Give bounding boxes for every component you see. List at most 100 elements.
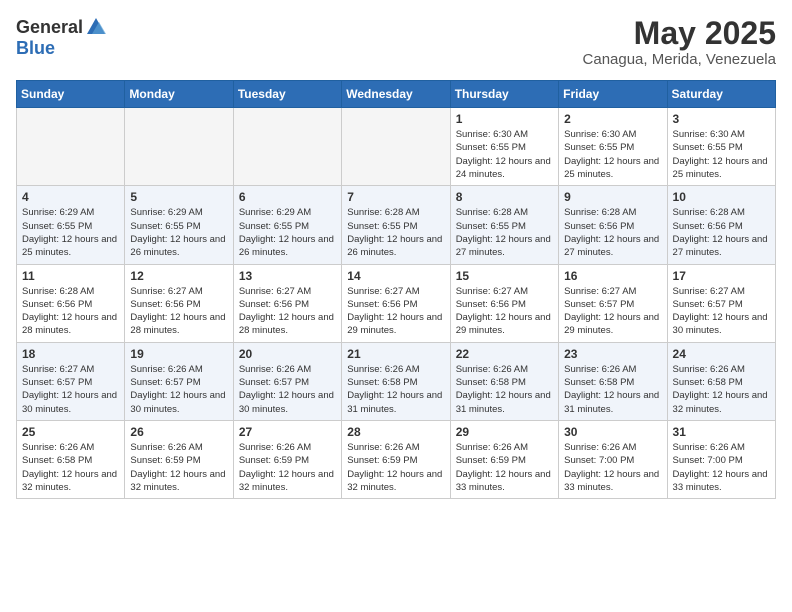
day-info: Sunrise: 6:28 AM Sunset: 6:55 PM Dayligh… (347, 206, 444, 259)
day-number: 3 (673, 112, 770, 126)
day-number: 21 (347, 347, 444, 361)
day-number: 23 (564, 347, 661, 361)
day-info: Sunrise: 6:27 AM Sunset: 6:56 PM Dayligh… (347, 285, 444, 338)
logo-icon (85, 16, 107, 38)
day-info: Sunrise: 6:26 AM Sunset: 6:59 PM Dayligh… (347, 441, 444, 494)
table-row: 24Sunrise: 6:26 AM Sunset: 6:58 PM Dayli… (667, 342, 775, 420)
day-info: Sunrise: 6:27 AM Sunset: 6:57 PM Dayligh… (673, 285, 770, 338)
table-row: 26 Sunrise: 6:26 AM Sunset: 6:59 PM Dayli… (125, 420, 233, 498)
logo: General Blue (16, 16, 107, 59)
table-row: 28 Sunrise: 6:26 AM Sunset: 6:59 PM Dayli… (342, 420, 450, 498)
table-row: 5 Sunrise: 6:29 AM Sunset: 6:55 PM Daylig… (125, 186, 233, 264)
day-info: Sunrise: 6:28 AM Sunset: 6:56 PM Dayligh… (564, 206, 661, 259)
day-info: Sunrise: 6:27 AM Sunset: 6:56 PM Dayligh… (130, 285, 227, 338)
table-row: 4 Sunrise: 6:29 AM Sunset: 6:55 PM Daylig… (17, 186, 125, 264)
day-info: Sunrise: 6:26 AM Sunset: 6:58 PM Dayligh… (673, 363, 770, 416)
table-row: 12 Sunrise: 6:27 AM Sunset: 6:56 PM Dayli… (125, 264, 233, 342)
day-info: Sunrise: 6:28 AM Sunset: 6:56 PM Dayligh… (673, 206, 770, 259)
header-thursday: Thursday (450, 81, 558, 108)
day-number: 7 (347, 190, 444, 204)
location: Canagua, Merida, Venezuela (583, 51, 776, 68)
day-info: Sunrise: 6:27 AM Sunset: 6:56 PM Dayligh… (456, 285, 553, 338)
table-row: 9 Sunrise: 6:28 AM Sunset: 6:56 PM Daylig… (559, 186, 667, 264)
day-number: 30 (564, 425, 661, 439)
table-row: 16 Sunrise: 6:27 AM Sunset: 6:57 PM Dayli… (559, 264, 667, 342)
day-info: Sunrise: 6:26 AM Sunset: 6:58 PM Dayligh… (22, 441, 119, 494)
day-info: Sunrise: 6:26 AM Sunset: 6:59 PM Dayligh… (239, 441, 336, 494)
day-info: Sunrise: 6:27 AM Sunset: 6:57 PM Dayligh… (564, 285, 661, 338)
table-row: 1 Sunrise: 6:30 AM Sunset: 6:55 PM Daylig… (450, 108, 558, 186)
day-number: 20 (239, 347, 336, 361)
table-row (17, 108, 125, 186)
day-number: 22 (456, 347, 553, 361)
day-number: 14 (347, 269, 444, 283)
day-info: Sunrise: 6:27 AM Sunset: 6:56 PM Dayligh… (239, 285, 336, 338)
day-number: 25 (22, 425, 119, 439)
day-info: Sunrise: 6:29 AM Sunset: 6:55 PM Dayligh… (22, 206, 119, 259)
table-row: 11Sunrise: 6:28 AM Sunset: 6:56 PM Dayli… (17, 264, 125, 342)
table-row (342, 108, 450, 186)
table-row: 25 Sunrise: 6:26 AM Sunset: 6:58 PM Dayli… (17, 420, 125, 498)
day-info: Sunrise: 6:26 AM Sunset: 6:57 PM Dayligh… (130, 363, 227, 416)
day-number: 26 (130, 425, 227, 439)
day-info: Sunrise: 6:26 AM Sunset: 7:00 PM Dayligh… (564, 441, 661, 494)
header-saturday: Saturday (667, 81, 775, 108)
table-row (233, 108, 341, 186)
day-number: 9 (564, 190, 661, 204)
day-number: 18 (22, 347, 119, 361)
table-row: 13 Sunrise: 6:27 AM Sunset: 6:56 PM Dayli… (233, 264, 341, 342)
table-row: 22 Sunrise: 6:26 AM Sunset: 6:58 PM Dayli… (450, 342, 558, 420)
day-info: Sunrise: 6:26 AM Sunset: 6:58 PM Dayligh… (456, 363, 553, 416)
day-info: Sunrise: 6:30 AM Sunset: 6:55 PM Dayligh… (564, 128, 661, 181)
day-info: Sunrise: 6:26 AM Sunset: 6:57 PM Dayligh… (239, 363, 336, 416)
day-number: 4 (22, 190, 119, 204)
day-number: 31 (673, 425, 770, 439)
day-number: 28 (347, 425, 444, 439)
table-row: 2 Sunrise: 6:30 AM Sunset: 6:55 PM Daylig… (559, 108, 667, 186)
table-row: 19 Sunrise: 6:26 AM Sunset: 6:57 PM Dayli… (125, 342, 233, 420)
day-number: 1 (456, 112, 553, 126)
header-monday: Monday (125, 81, 233, 108)
day-info: Sunrise: 6:26 AM Sunset: 7:00 PM Dayligh… (673, 441, 770, 494)
day-number: 13 (239, 269, 336, 283)
table-row: 6 Sunrise: 6:29 AM Sunset: 6:55 PM Daylig… (233, 186, 341, 264)
day-number: 19 (130, 347, 227, 361)
calendar-week-row: 25 Sunrise: 6:26 AM Sunset: 6:58 PM Dayli… (17, 420, 776, 498)
weekday-header-row: Sunday Monday Tuesday Wednesday Thursday… (17, 81, 776, 108)
page-header: General Blue May 2025 Canagua, Merida, V… (16, 16, 776, 68)
day-number: 16 (564, 269, 661, 283)
day-number: 2 (564, 112, 661, 126)
day-number: 15 (456, 269, 553, 283)
day-number: 10 (673, 190, 770, 204)
table-row: 17 Sunrise: 6:27 AM Sunset: 6:57 PM Dayli… (667, 264, 775, 342)
day-number: 6 (239, 190, 336, 204)
table-row: 30 Sunrise: 6:26 AM Sunset: 7:00 PM Dayli… (559, 420, 667, 498)
calendar-week-row: 18Sunrise: 6:27 AM Sunset: 6:57 PM Dayli… (17, 342, 776, 420)
table-row: 20 Sunrise: 6:26 AM Sunset: 6:57 PM Dayli… (233, 342, 341, 420)
month-title: May 2025 (583, 16, 776, 51)
day-number: 29 (456, 425, 553, 439)
day-info: Sunrise: 6:26 AM Sunset: 6:58 PM Dayligh… (564, 363, 661, 416)
table-row: 23 Sunrise: 6:26 AM Sunset: 6:58 PM Dayli… (559, 342, 667, 420)
calendar: Sunday Monday Tuesday Wednesday Thursday… (16, 80, 776, 499)
table-row (125, 108, 233, 186)
calendar-week-row: 1 Sunrise: 6:30 AM Sunset: 6:55 PM Daylig… (17, 108, 776, 186)
day-info: Sunrise: 6:29 AM Sunset: 6:55 PM Dayligh… (239, 206, 336, 259)
day-number: 12 (130, 269, 227, 283)
day-number: 5 (130, 190, 227, 204)
table-row: 21Sunrise: 6:26 AM Sunset: 6:58 PM Dayli… (342, 342, 450, 420)
day-number: 8 (456, 190, 553, 204)
table-row: 14 Sunrise: 6:27 AM Sunset: 6:56 PM Dayli… (342, 264, 450, 342)
header-tuesday: Tuesday (233, 81, 341, 108)
table-row: 27Sunrise: 6:26 AM Sunset: 6:59 PM Dayli… (233, 420, 341, 498)
table-row: 15 Sunrise: 6:27 AM Sunset: 6:56 PM Dayli… (450, 264, 558, 342)
day-info: Sunrise: 6:30 AM Sunset: 6:55 PM Dayligh… (673, 128, 770, 181)
day-info: Sunrise: 6:26 AM Sunset: 6:59 PM Dayligh… (130, 441, 227, 494)
logo-general: General (16, 17, 83, 38)
day-info: Sunrise: 6:29 AM Sunset: 6:55 PM Dayligh… (130, 206, 227, 259)
day-number: 17 (673, 269, 770, 283)
calendar-week-row: 4 Sunrise: 6:29 AM Sunset: 6:55 PM Daylig… (17, 186, 776, 264)
day-info: Sunrise: 6:30 AM Sunset: 6:55 PM Dayligh… (456, 128, 553, 181)
calendar-week-row: 11Sunrise: 6:28 AM Sunset: 6:56 PM Dayli… (17, 264, 776, 342)
logo-blue: Blue (16, 38, 55, 59)
